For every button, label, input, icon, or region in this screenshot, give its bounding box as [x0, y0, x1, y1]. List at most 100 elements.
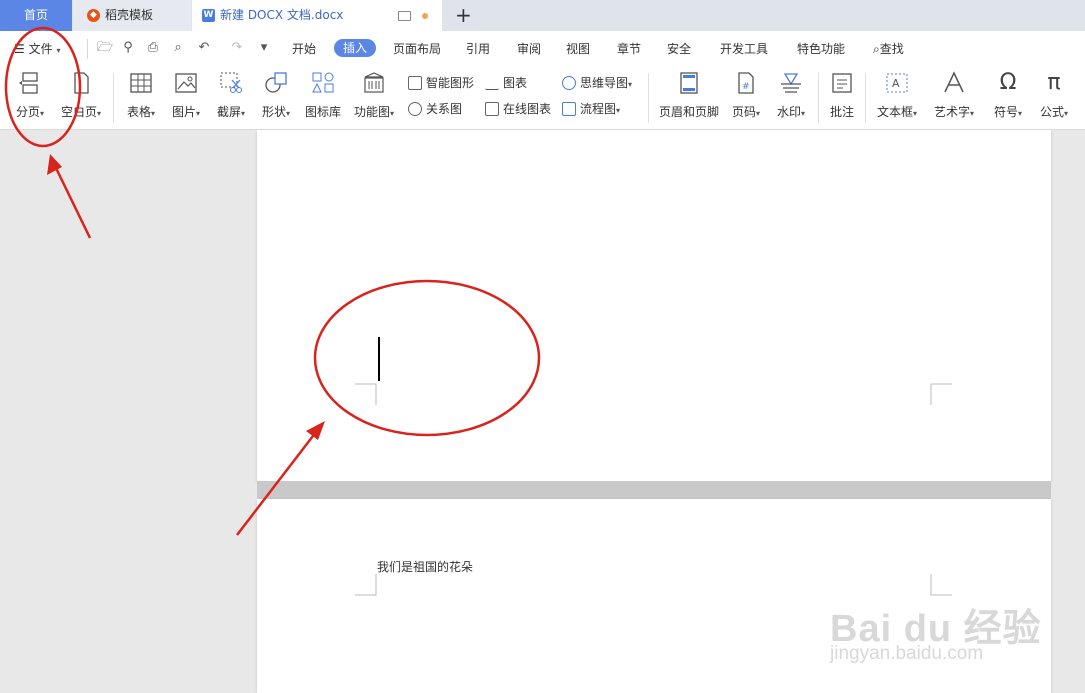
chart-button[interactable]: 图表 — [485, 75, 527, 91]
mind-map-button[interactable]: 思维导图▾ — [562, 75, 632, 91]
comment-button[interactable]: 批注 — [825, 67, 859, 120]
tab-page-layout[interactable]: 页面布局 — [393, 41, 441, 57]
page-break-button[interactable]: 分页▾ — [10, 67, 50, 120]
online-chart-button[interactable]: 在线图表 — [485, 101, 551, 117]
picture-label: 图片 — [171, 105, 196, 119]
screenshot-button[interactable]: 截屏▾ — [211, 67, 251, 120]
print-icon[interactable]: ⎙ — [146, 41, 160, 55]
redo-icon[interactable]: ↷ — [230, 41, 244, 55]
tab-security[interactable]: 安全 — [667, 41, 691, 57]
page-break-icon — [18, 71, 42, 95]
baidu-watermark-url: jingyan.baidu.com — [830, 643, 984, 664]
tab-developer-tools[interactable]: 开发工具 — [720, 41, 768, 57]
table-label: 表格 — [126, 105, 151, 119]
screenshot-label: 截屏 — [216, 105, 241, 119]
chart-label: 图表 — [503, 76, 528, 90]
picture-button[interactable]: 图片▾ — [166, 67, 206, 120]
search-icon: ⌕ — [873, 42, 880, 56]
tab-insert[interactable]: 插入 — [334, 39, 377, 57]
word-art-icon — [942, 71, 966, 95]
unsaved-dot-icon — [422, 13, 428, 19]
tab-document-label: 新建 DOCX 文档.docx — [220, 8, 344, 22]
header-footer-button[interactable]: 页眉和页脚 — [656, 67, 722, 120]
mind-map-label: 思维导图 — [580, 76, 629, 90]
page-number-label: 页码 — [731, 105, 756, 119]
page-2-text: 我们是祖国的花朵 — [377, 560, 474, 574]
text-box-button[interactable]: A 文本框▾ — [872, 67, 922, 120]
flowchart-button[interactable]: 流程图▾ — [562, 101, 620, 117]
page-1[interactable] — [257, 130, 1051, 481]
blank-page-label: 空白页 — [60, 105, 97, 119]
cloud-save-icon[interactable]: ⚲ — [121, 41, 135, 55]
new-tab-button[interactable]: + — [455, 4, 472, 26]
shape-icon — [264, 71, 288, 95]
tab-home-label: 首页 — [23, 8, 48, 22]
undo-icon[interactable]: ↶ — [197, 41, 211, 55]
blank-page-button[interactable]: 空白页▾ — [56, 67, 106, 120]
page-break-label: 分页 — [15, 105, 40, 119]
formula-button[interactable]: π 公式▾ — [1034, 67, 1074, 120]
text-cursor — [378, 337, 380, 381]
page-number-icon: # — [734, 71, 758, 95]
tab-document[interactable]: W 新建 DOCX 文档.docx — [192, 0, 442, 31]
hamburger-icon: ☰ — [14, 42, 25, 56]
relation-chart-button[interactable]: 关系图 — [408, 101, 462, 117]
bar-chart-icon — [485, 76, 499, 90]
smart-art-button[interactable]: 智能图形 — [408, 75, 474, 91]
flowchart-label: 流程图 — [580, 102, 617, 116]
tab-home[interactable]: 首页 — [0, 0, 72, 31]
scissors-icon — [219, 71, 243, 95]
tab-section[interactable]: 章节 — [617, 41, 641, 57]
header-footer-icon — [677, 71, 701, 95]
blank-page-icon — [69, 71, 93, 95]
shape-button[interactable]: 形状▾ — [256, 67, 296, 120]
tab-references[interactable]: 引用 — [466, 41, 490, 57]
omega-icon: Ω — [999, 70, 1017, 95]
table-icon — [129, 71, 153, 95]
tab-start[interactable]: 开始 — [292, 41, 316, 57]
watermark-icon — [779, 71, 803, 95]
tab-template[interactable]: ◆ 稻壳模板 — [73, 0, 191, 31]
icon-library-icon — [311, 71, 335, 95]
online-chart-label: 在线图表 — [503, 102, 552, 116]
text-box-icon: A — [885, 71, 909, 95]
word-art-button[interactable]: 艺术字▾ — [928, 67, 980, 120]
divider — [113, 73, 114, 123]
comment-label: 批注 — [829, 105, 854, 119]
function-chart-icon — [362, 71, 386, 95]
flowchart-icon — [562, 102, 576, 116]
tab-review[interactable]: 审阅 — [517, 41, 541, 57]
writer-document-icon: W — [202, 9, 215, 22]
online-chart-icon — [485, 102, 499, 116]
divider — [648, 73, 649, 123]
tab-view[interactable]: 视图 — [566, 41, 590, 57]
mind-map-icon — [562, 76, 576, 90]
icon-library-label: 图标库 — [304, 105, 341, 119]
open-folder-icon[interactable]: 🗁 — [97, 41, 113, 55]
word-art-label: 艺术字 — [933, 105, 970, 119]
icon-library-button[interactable]: 图标库 — [302, 67, 344, 120]
header-footer-label: 页眉和页脚 — [658, 105, 719, 119]
search-button[interactable]: ⌕查找 — [873, 41, 904, 57]
margin-corner-mark — [930, 574, 952, 596]
text-box-label: 文本框 — [876, 105, 913, 119]
chevron-down-icon: ▾ — [56, 46, 61, 55]
monitor-icon[interactable] — [398, 11, 411, 21]
tab-bar: 首页 ◆ 稻壳模板 W 新建 DOCX 文档.docx + — [0, 0, 1085, 31]
function-chart-button[interactable]: 功能图▾ — [350, 67, 398, 120]
smart-art-label: 智能图形 — [426, 76, 475, 90]
docer-logo-icon: ◆ — [87, 9, 100, 22]
print-preview-icon[interactable]: ⌕ — [171, 41, 185, 55]
relation-chart-icon — [408, 102, 422, 116]
margin-corner-mark — [355, 574, 377, 596]
file-menu-button[interactable]: ☰ 文件 ▾ — [14, 41, 60, 57]
page-number-button[interactable]: # 页码▾ — [727, 67, 765, 120]
tab-special-features[interactable]: 特色功能 — [797, 41, 845, 57]
symbol-button[interactable]: Ω 符号▾ — [988, 67, 1028, 120]
table-button[interactable]: 表格▾ — [121, 67, 161, 120]
menu-bar: ☰ 文件 ▾ 🗁 ⚲ ⎙ ⌕ ↶ ↷ ▾ 开始 插入 页面布局 引用 审阅 视图… — [0, 31, 1085, 67]
watermark-button[interactable]: 水印▾ — [771, 67, 811, 120]
customize-dropdown-icon[interactable]: ▾ — [257, 41, 271, 55]
smart-art-icon — [408, 76, 422, 90]
divider — [818, 73, 819, 123]
